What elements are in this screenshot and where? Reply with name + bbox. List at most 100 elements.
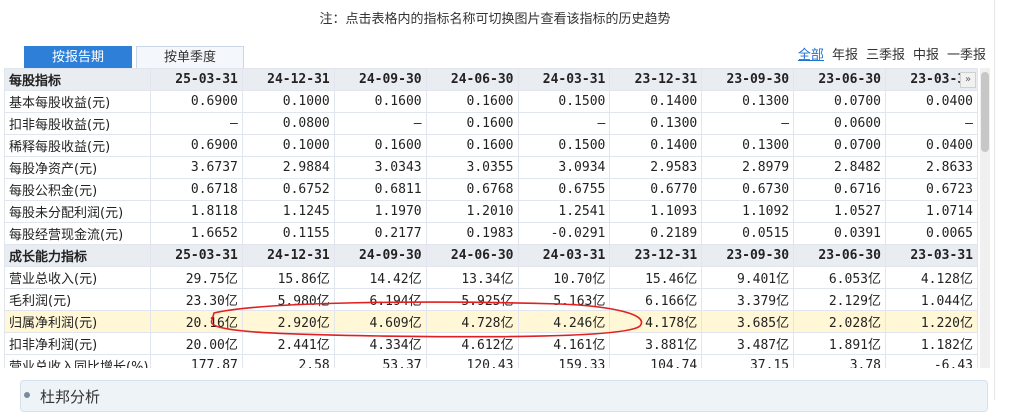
indicator-name-link[interactable]: 每股未分配利润(元): [4, 200, 151, 223]
column-date-header: 23-06-30: [793, 244, 886, 267]
table-cell: 0.6755: [517, 178, 611, 201]
table-cell: 0.6730: [701, 178, 795, 201]
table-cell: 0.1600: [425, 90, 519, 113]
table-cell: 0.1155: [241, 222, 335, 245]
hint-note: 注：点击表格内的指标名称可切换图片查看该指标的历史趋势: [319, 12, 671, 27]
section-title: 每股指标: [4, 68, 151, 91]
table-cell: 0.6768: [425, 178, 519, 201]
table-cell: 1.182亿: [885, 332, 978, 355]
column-date-header: 23-09-30: [701, 244, 795, 267]
table-cell: 0.1500: [517, 134, 611, 157]
table-cell: 159.33: [517, 354, 611, 368]
table-cell: 20.00亿: [150, 332, 243, 355]
table-cell: 0.1983: [425, 222, 519, 245]
report-type-filters: 全部 年报 三季报 中报 一季报: [790, 44, 986, 63]
table-cell: 2.8633: [885, 156, 978, 179]
table-cell: 37.15: [701, 354, 795, 368]
table-cell: 3.0343: [333, 156, 427, 179]
table-cell: 0.1300: [609, 112, 703, 135]
column-date-header: 24-03-31: [517, 244, 611, 267]
column-date-header: 25-03-31: [150, 68, 243, 91]
table-cell: 0.0065: [885, 222, 978, 245]
table-cell: 5.980亿: [241, 288, 335, 311]
table-cell: —: [885, 112, 978, 135]
table-cell: 4.161亿: [517, 332, 611, 355]
table-cell: 0.0400: [885, 134, 978, 157]
table-cell: 29.75亿: [150, 266, 243, 289]
financial-table: 每股指标 25-03-31 24-12-31 24-09-30 24-06-30 24-0…: [4, 68, 978, 368]
filter-all[interactable]: 全部: [798, 44, 824, 63]
table-cell: 0.6770: [609, 178, 703, 201]
table-cell: -6.43: [885, 354, 978, 368]
bullet-icon: [24, 392, 30, 398]
divider: [994, 0, 995, 400]
indicator-name-link[interactable]: 扣非每股收益(元): [4, 112, 151, 135]
indicator-name-link[interactable]: 营业总收入同比增长(%): [4, 354, 151, 368]
table-cell: 0.2177: [333, 222, 427, 245]
table-cell: 4.334亿: [333, 332, 427, 355]
table-cell: 6.166亿: [609, 288, 703, 311]
table-cell: —: [701, 112, 795, 135]
table-cell: 10.70亿: [517, 266, 611, 289]
table-cell: 6.194亿: [333, 288, 427, 311]
table-cell: 3.0355: [425, 156, 519, 179]
table-cell: 0.6900: [150, 134, 243, 157]
indicator-name-link[interactable]: 毛利润(元): [4, 288, 151, 311]
filter-q1[interactable]: 一季报: [947, 44, 986, 63]
table-cell: 2.028亿: [793, 310, 886, 333]
table-cell: 2.58: [241, 354, 335, 368]
filter-annual[interactable]: 年报: [832, 44, 858, 63]
column-date-header: 24-09-30: [333, 244, 427, 267]
table-cell: 4.246亿: [517, 310, 611, 333]
table-cell: 0.0515: [701, 222, 795, 245]
indicator-name-link[interactable]: 稀释每股收益(元): [4, 134, 151, 157]
table-cell: 3.881亿: [609, 332, 703, 355]
column-date-header: 25-03-31: [150, 244, 243, 267]
scroll-right-arrow-icon[interactable]: »: [960, 72, 976, 88]
indicator-name-link[interactable]: 每股净资产(元): [4, 156, 151, 179]
table-cell: 2.920亿: [241, 310, 335, 333]
table-cell: 1.1970: [333, 200, 427, 223]
filter-q3[interactable]: 三季报: [866, 44, 905, 63]
tab-by-single-quarter[interactable]: 按单季度: [136, 46, 244, 70]
indicator-name-link[interactable]: 营业总收入(元): [4, 266, 151, 289]
indicator-name-link[interactable]: 每股经营现金流(元): [4, 222, 151, 245]
table-cell: 3.78: [793, 354, 886, 368]
table-cell: 0.1600: [425, 134, 519, 157]
table-cell: 2.441亿: [241, 332, 335, 355]
table-row: 稀释每股收益(元) 0.6900 0.1000 0.1600 0.1600 0.1500 0…: [4, 134, 978, 157]
table-cell: 2.8979: [701, 156, 795, 179]
table-row: 每股未分配利润(元) 1.8118 1.1245 1.1970 1.2010 1.2541…: [4, 200, 978, 223]
table-row: 每股经营现金流(元) 1.6652 0.1155 0.2177 0.1983 -0.029…: [4, 222, 978, 245]
indicator-name-link[interactable]: 每股公积金(元): [4, 178, 151, 201]
table-cell: 5.163亿: [517, 288, 611, 311]
table-cell: 15.46亿: [609, 266, 703, 289]
table-cell: 1.220亿: [885, 310, 978, 333]
indicator-name-link[interactable]: 基本每股收益(元): [4, 90, 151, 113]
table-cell: 4.728亿: [425, 310, 519, 333]
column-date-header: 23-03-31: [885, 244, 978, 267]
table-cell: 0.1000: [241, 90, 335, 113]
table-cell: 0.6752: [241, 178, 335, 201]
tab-by-report-period[interactable]: 按报告期: [24, 46, 132, 70]
table-cell: 0.6900: [150, 90, 243, 113]
indicator-name-link[interactable]: 归属净利润(元): [4, 310, 151, 333]
table-cell: 1.6652: [150, 222, 243, 245]
table-cell: 0.1600: [425, 112, 519, 135]
financial-table-container: 每股指标 25-03-31 24-12-31 24-09-30 24-06-30 24-0…: [4, 68, 978, 368]
table-cell: —: [333, 112, 427, 135]
table-cell: 3.685亿: [701, 310, 795, 333]
table-cell: 1.8118: [150, 200, 243, 223]
table-cell: —: [517, 112, 611, 135]
column-date-header: 23-12-31: [609, 244, 703, 267]
table-cell: 1.044亿: [885, 288, 978, 311]
filter-half-year[interactable]: 中报: [913, 44, 939, 63]
table-cell: 4.612亿: [425, 332, 519, 355]
indicator-name-link[interactable]: 扣非净利润(元): [4, 332, 151, 355]
scrollbar-thumb[interactable]: [981, 72, 989, 152]
table-cell: 0.0700: [793, 90, 886, 113]
table-cell: 14.42亿: [333, 266, 427, 289]
table-cell: 1.2010: [425, 200, 519, 223]
table-row: 扣非净利润(元) 20.00亿 2.441亿 4.334亿 4.612亿 4.161亿 3.…: [4, 332, 978, 355]
table-row: 扣非每股收益(元) —0.0800—0.1600—0.1300—0.0600—: [4, 112, 978, 135]
